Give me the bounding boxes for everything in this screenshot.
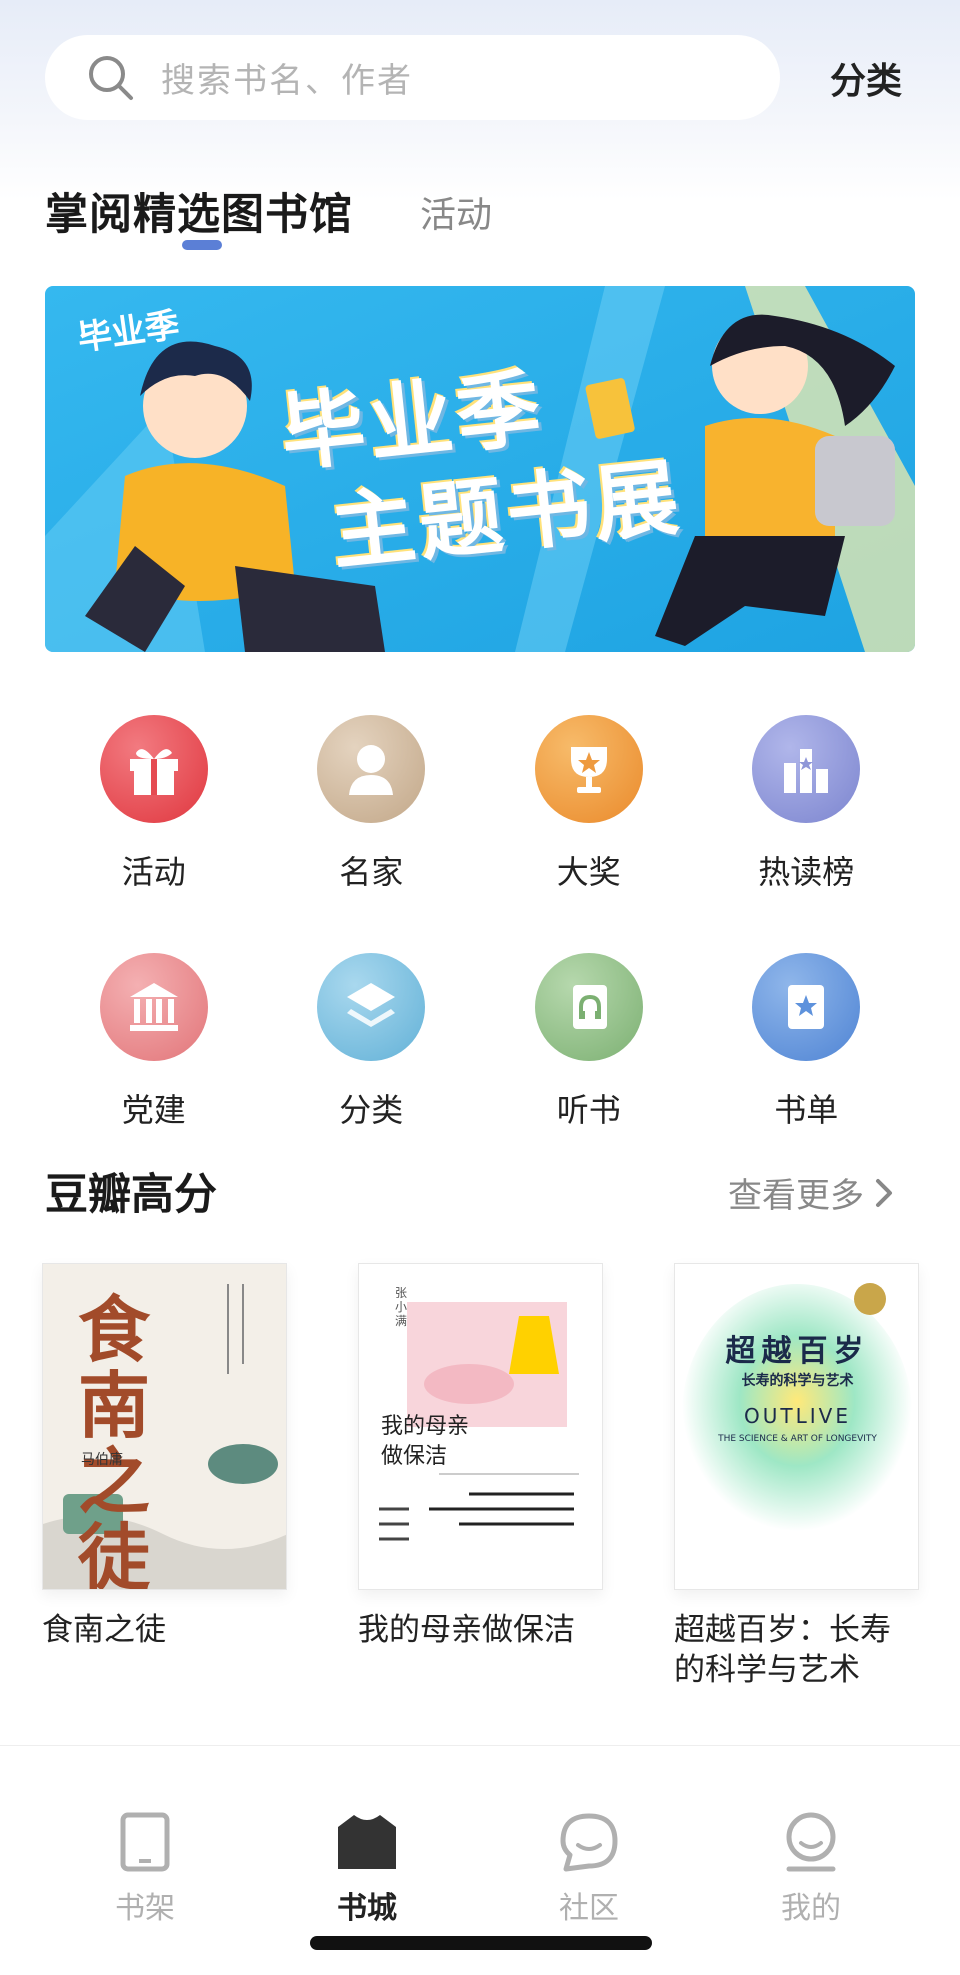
book-card[interactable]: 食南之徒 马伯庸 食南之徒 [42, 1263, 287, 1650]
category-label: 分类 [339, 1091, 404, 1129]
book-card[interactable]: 超越百岁 长寿的科学与艺术 OUTLIVE THE SCIENCE & ART … [674, 1263, 919, 1690]
cover-author: 张小满 [395, 1286, 408, 1328]
tab-activity[interactable]: 活动 [420, 186, 492, 238]
search-bar[interactable]: 搜索书名、作者 [45, 35, 780, 120]
category-audiobooks[interactable]: 听书 [480, 953, 698, 1131]
nav-label: 我的 [781, 1891, 841, 1926]
see-more-label: 查看更多 [728, 1176, 864, 1216]
category-hot-list[interactable]: 热读榜 [698, 715, 916, 893]
category-label: 大奖 [556, 853, 621, 891]
category-classification[interactable]: 分类 [263, 953, 481, 1131]
gift-icon [99, 715, 208, 823]
chevron-right-icon [876, 1178, 892, 1207]
headphone-book-icon [534, 953, 643, 1061]
category-label: 热读榜 [758, 853, 855, 891]
promo-banner[interactable]: 毕业季 毕业季 主题书展 [45, 286, 915, 652]
category-famous-authors[interactable]: 名家 [263, 715, 481, 893]
book-card[interactable]: 我的母亲 做保洁 张小满 我的母亲做保洁 [358, 1263, 603, 1650]
category-label: 活动 [121, 853, 186, 891]
section-title: 豆瓣高分 [45, 1170, 217, 1220]
category-party-building[interactable]: 党建 [45, 953, 263, 1131]
nav-label: 书城 [337, 1891, 397, 1926]
category-link[interactable]: 分类 [830, 52, 902, 104]
profile-icon [786, 1812, 836, 1872]
home-indicator [310, 1936, 652, 1950]
book-cover: 我的母亲 做保洁 张小满 [358, 1263, 603, 1590]
cover-title: 超越百岁 [725, 1334, 870, 1369]
chat-icon [560, 1813, 618, 1872]
book-cover: 食南之徒 马伯庸 [42, 1263, 287, 1590]
book-cover: 超越百岁 长寿的科学与艺术 OUTLIVE THE SCIENCE & ART … [674, 1263, 919, 1590]
book-title: 我的母亲做保洁 [358, 1612, 575, 1648]
nav-bookshelf[interactable]: 书架 [85, 1811, 205, 1927]
nav-label: 书架 [115, 1891, 175, 1926]
see-more-link[interactable]: 查看更多 [728, 1168, 894, 1217]
nav-profile[interactable]: 我的 [751, 1811, 871, 1927]
bookshelf-icon [120, 1812, 170, 1872]
nav-community[interactable]: 社区 [529, 1811, 649, 1927]
category-label: 党建 [121, 1091, 186, 1129]
store-icon [338, 1815, 396, 1869]
tab-active-indicator [182, 240, 222, 250]
cover-subtitle: 长寿的科学与艺术 [741, 1373, 854, 1389]
cover-author: 马伯庸 [81, 1452, 123, 1468]
book-title: 食南之徒 [42, 1612, 166, 1648]
chart-icon [752, 715, 861, 823]
star-book-icon [752, 953, 861, 1061]
category-activity[interactable]: 活动 [45, 715, 263, 893]
category-label: 书单 [774, 1091, 839, 1129]
cover-english-title: OUTLIVE [744, 1404, 851, 1428]
cover-title: 我的母亲 做保洁 [381, 1414, 470, 1469]
nav-bookstore[interactable]: 书城 [307, 1811, 427, 1927]
category-awards[interactable]: 大奖 [480, 715, 698, 893]
building-icon [99, 953, 208, 1061]
nav-label: 社区 [559, 1891, 619, 1926]
category-label: 名家 [339, 853, 404, 891]
category-label: 听书 [556, 1091, 621, 1129]
book-title: 超越百岁：长寿的科学与艺术 [674, 1612, 891, 1688]
search-placeholder: 搜索书名、作者 [161, 61, 413, 101]
category-grid: 活动 名家 大奖 热读榜 党建 分类 听书 书单 [45, 715, 915, 1131]
cover-title: 食南之徒 [78, 1287, 151, 1590]
layers-icon [317, 953, 426, 1061]
cover-english-subtitle: THE SCIENCE & ART OF LONGEVITY [718, 1434, 877, 1444]
search-icon [89, 55, 133, 100]
tab-library[interactable]: 掌阅精选图书馆 [45, 180, 353, 242]
trophy-icon [534, 715, 643, 823]
person-icon [317, 715, 426, 823]
category-booklists[interactable]: 书单 [698, 953, 916, 1131]
